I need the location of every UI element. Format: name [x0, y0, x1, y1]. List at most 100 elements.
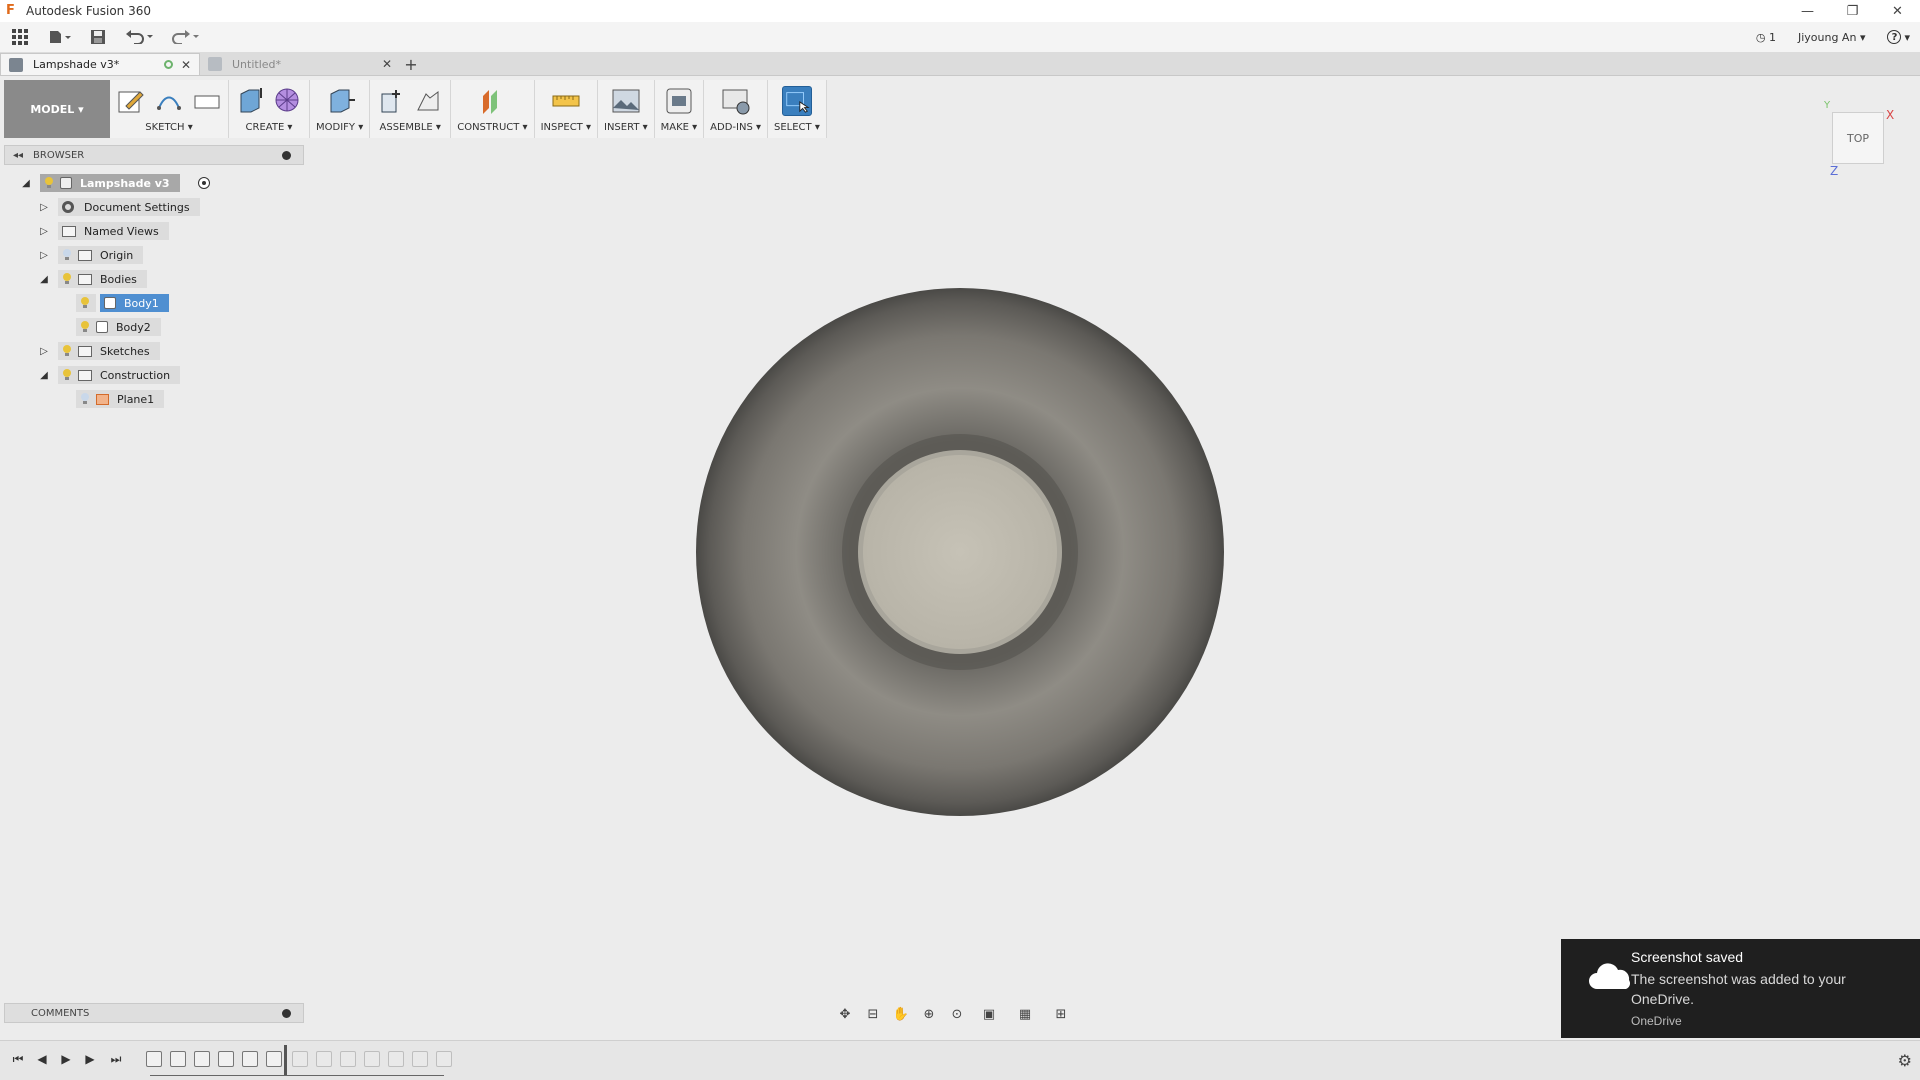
create-sketch-icon[interactable]	[116, 86, 146, 116]
timeline-feature-sketch[interactable]	[242, 1051, 258, 1067]
expand-toggle[interactable]: ▷	[38, 201, 50, 213]
timeline-first-button[interactable]: ⏮	[8, 1049, 28, 1069]
press-pull-icon[interactable]	[325, 86, 355, 116]
data-panel-button[interactable]	[0, 24, 40, 50]
visibility-bulb-icon[interactable]	[62, 249, 72, 261]
visibility-bulb-icon[interactable]	[44, 177, 54, 189]
toolbar-group-label[interactable]: ADD-INS ▾	[710, 122, 761, 133]
visibility-bulb-icon[interactable]	[62, 369, 72, 381]
timeline-feature-revolve[interactable]	[170, 1051, 186, 1067]
visibility-bulb-icon[interactable]	[80, 321, 90, 333]
collapse-toggle[interactable]: ◢	[20, 177, 32, 189]
select-icon[interactable]	[781, 86, 812, 116]
toolbar-group-label[interactable]: CREATE ▾	[246, 122, 293, 133]
zoom-icon[interactable]: ⊕	[918, 1005, 940, 1023]
joint-icon[interactable]	[414, 86, 444, 116]
timeline-marker[interactable]	[284, 1045, 287, 1075]
timeline-prev-button[interactable]: ◀	[32, 1049, 52, 1069]
timeline-feature-suppressed[interactable]	[292, 1051, 308, 1067]
offset-plane-icon[interactable]	[477, 86, 507, 116]
tab-untitled[interactable]: Untitled* ✕	[200, 53, 400, 75]
toolbar-group-label[interactable]: SKETCH ▾	[145, 122, 192, 133]
notification-toast[interactable]: Screenshot saved The screenshot was adde…	[1561, 939, 1920, 1038]
close-window-button[interactable]: ✕	[1875, 0, 1920, 22]
timeline-next-button[interactable]: ▶	[80, 1049, 100, 1069]
timeline-feature-plane[interactable]	[266, 1051, 282, 1067]
3d-print-icon[interactable]	[664, 86, 694, 116]
tree-item-sketches[interactable]: Sketches	[58, 342, 160, 360]
expand-toggle[interactable]: ▷	[38, 225, 50, 237]
expand-toggle[interactable]: ▷	[38, 249, 50, 261]
viewports-icon[interactable]: ⊞	[1046, 1005, 1076, 1023]
visibility-bulb-icon[interactable]	[62, 273, 72, 285]
form-icon[interactable]	[273, 86, 303, 116]
tree-item-construction[interactable]: Construction	[58, 366, 181, 384]
toolbar-group-label[interactable]: MAKE ▾	[661, 122, 698, 133]
tree-item-bodies[interactable]: Bodies	[58, 270, 147, 288]
timeline-feature-suppressed[interactable]	[412, 1051, 428, 1067]
timeline-feature-suppressed[interactable]	[436, 1051, 452, 1067]
rectangle-icon[interactable]	[192, 86, 222, 116]
grid-settings-icon[interactable]: ▦	[1010, 1005, 1040, 1023]
collapse-toggle[interactable]: ◢	[38, 369, 50, 381]
toolbar-group-label[interactable]: INSERT ▾	[604, 122, 648, 133]
minimize-button[interactable]: —	[1785, 0, 1830, 22]
line-icon[interactable]	[154, 86, 184, 116]
tree-item-body1-bulb[interactable]	[76, 294, 96, 312]
save-button[interactable]	[80, 24, 116, 50]
toolbar-group-label[interactable]: SELECT ▾	[774, 122, 820, 133]
tree-item-plane1[interactable]: Plane1	[76, 390, 165, 408]
pin-icon[interactable]	[282, 1008, 291, 1018]
help-button[interactable]: ? ▾	[1887, 30, 1910, 44]
visibility-bulb-icon[interactable]	[80, 297, 90, 309]
user-menu[interactable]: Jiyoung An ▾	[1798, 31, 1866, 44]
file-menu-button[interactable]	[40, 24, 80, 50]
gear-icon[interactable]: ⚙	[1898, 1051, 1912, 1070]
tab-close-button[interactable]: ✕	[181, 58, 191, 72]
tree-item-document-settings[interactable]: Document Settings	[58, 198, 200, 216]
comments-panel-header[interactable]: COMMENTS	[4, 1003, 304, 1023]
visibility-bulb-icon[interactable]	[62, 345, 72, 357]
toolbar-group-label[interactable]: MODIFY ▾	[316, 122, 363, 133]
collapse-panel-icon[interactable]: ◂◂	[13, 150, 23, 161]
pin-icon[interactable]	[282, 150, 291, 160]
display-settings-icon[interactable]: ▣	[974, 1005, 1004, 1023]
undo-button[interactable]	[116, 24, 164, 50]
browser-panel-header[interactable]: ◂◂ BROWSER	[4, 145, 304, 165]
redo-button[interactable]	[164, 24, 208, 50]
timeline-last-button[interactable]: ⏭	[106, 1049, 126, 1069]
workspace-switcher[interactable]: MODEL ▾	[4, 80, 110, 138]
job-status[interactable]: ◷ 1	[1756, 31, 1776, 44]
tab-lampshade[interactable]: Lampshade v3* ✕	[0, 53, 200, 75]
collapse-toggle[interactable]: ◢	[38, 273, 50, 285]
tree-root-lampshade[interactable]: Lampshade v3	[40, 174, 180, 192]
timeline-play-button[interactable]: ▶	[56, 1049, 76, 1069]
pan-icon[interactable]: ✋	[890, 1005, 912, 1023]
orbit-icon[interactable]: ✥	[834, 1005, 856, 1023]
toolbar-group-label[interactable]: INSPECT ▾	[541, 122, 591, 133]
timeline-feature-suppressed[interactable]	[340, 1051, 356, 1067]
activate-component-icon[interactable]	[198, 177, 210, 189]
tab-close-button[interactable]: ✕	[382, 57, 392, 71]
timeline-feature-suppressed[interactable]	[364, 1051, 380, 1067]
expand-toggle[interactable]: ▷	[38, 345, 50, 357]
tree-item-named-views[interactable]: Named Views	[58, 222, 169, 240]
new-tab-button[interactable]: +	[400, 53, 422, 75]
viewcube[interactable]: TOP	[1832, 112, 1884, 164]
look-at-icon[interactable]: ⊟	[862, 1005, 884, 1023]
lampshade-model[interactable]	[694, 286, 1226, 818]
timeline-feature-suppressed[interactable]	[388, 1051, 404, 1067]
timeline-feature-loft[interactable]	[218, 1051, 234, 1067]
tree-item-origin[interactable]: Origin	[58, 246, 144, 264]
tree-item-body2[interactable]: Body2	[76, 318, 161, 336]
scripts-icon[interactable]	[721, 86, 751, 116]
extrude-icon[interactable]	[235, 86, 265, 116]
timeline-feature-sketch[interactable]	[146, 1051, 162, 1067]
visibility-bulb-icon[interactable]	[80, 393, 90, 405]
timeline-feature-suppressed[interactable]	[316, 1051, 332, 1067]
measure-icon[interactable]	[551, 86, 581, 116]
new-component-icon[interactable]	[376, 86, 406, 116]
toolbar-group-label[interactable]: CONSTRUCT ▾	[457, 122, 527, 133]
timeline-feature-form[interactable]	[194, 1051, 210, 1067]
restore-button[interactable]: ❐	[1830, 0, 1875, 22]
